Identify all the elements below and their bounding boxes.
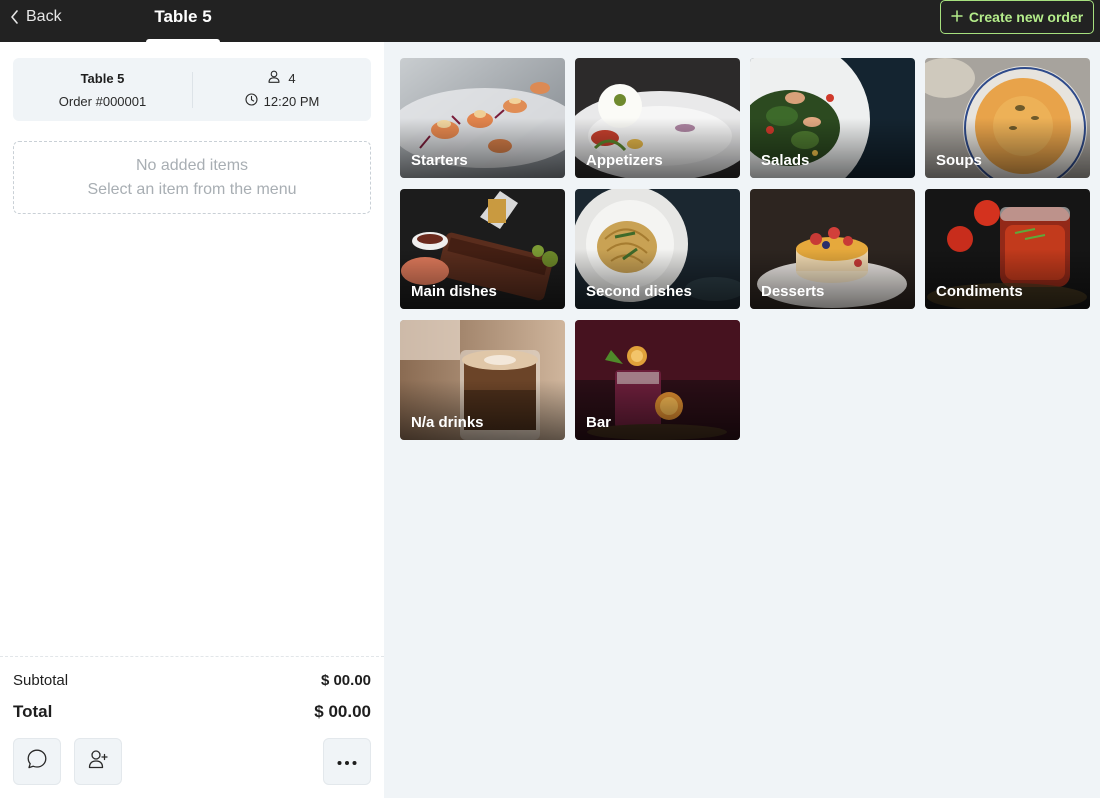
create-new-order-label: Create new order (968, 9, 1084, 25)
order-identity: Table 5 Order #000001 (13, 58, 192, 121)
tile-shade (575, 249, 740, 309)
add-guest-button[interactable] (74, 738, 122, 785)
clock-icon (245, 93, 258, 109)
order-number: Order #000001 (58, 94, 147, 109)
category-appetizers[interactable]: Appetizers (575, 58, 740, 178)
category-soups[interactable]: Soups (925, 58, 1090, 178)
tile-shade (925, 118, 1090, 178)
total-row: Total $ 00.00 (13, 702, 371, 726)
category-label: Soups (936, 152, 982, 169)
category-second-dishes[interactable]: Second dishes (575, 189, 740, 309)
plus-icon (951, 9, 963, 25)
create-new-order-button[interactable]: Create new order (940, 0, 1094, 34)
tile-shade (750, 118, 915, 178)
chevron-left-icon (10, 10, 20, 24)
tile-shade (575, 118, 740, 178)
subtotal-label: Subtotal (13, 672, 69, 689)
more-options-button[interactable] (323, 738, 371, 785)
order-time: 12:20 PM (193, 93, 371, 109)
tile-shade (400, 249, 565, 309)
order-meta: 4 12:20 PM (193, 58, 371, 121)
add-user-icon (87, 748, 109, 775)
menu-category-grid: Starters Appetizers Salads Soups Main di… (384, 42, 1100, 798)
total-value: $ 00.00 (314, 702, 371, 721)
category-label: Salads (761, 152, 810, 169)
tab-title-label: Table 5 (154, 7, 212, 26)
summary-divider (0, 656, 384, 657)
category-desserts[interactable]: Desserts (750, 189, 915, 309)
back-label: Back (26, 8, 62, 25)
category-bar[interactable]: Bar (575, 320, 740, 440)
ellipsis-icon (336, 753, 358, 771)
empty-title: No added items (135, 157, 249, 174)
category-label: Appetizers (586, 152, 663, 169)
tile-shade (575, 380, 740, 440)
category-starters[interactable]: Starters (400, 58, 565, 178)
category-label: Bar (586, 414, 612, 431)
category-main-dishes[interactable]: Main dishes (400, 189, 565, 309)
order-time-value: 12:20 PM (263, 93, 320, 109)
category-label: Second dishes (586, 283, 692, 300)
subtotal-value: $ 00.00 (320, 672, 371, 689)
comment-button[interactable] (13, 738, 61, 785)
guest-count-value: 4 (288, 70, 296, 86)
tile-shade (400, 380, 565, 440)
empty-order-placeholder: No added items Select an item from the m… (13, 141, 371, 214)
tile-shade (925, 249, 1090, 309)
category-label: Desserts (761, 283, 825, 300)
order-panel: Table 5 Order #000001 4 12:20 PM No adde… (0, 42, 384, 798)
subtotal-row: Subtotal $ 00.00 (13, 672, 371, 694)
back-button[interactable]: Back (10, 6, 62, 28)
tile-shade (400, 118, 565, 178)
tile-shade (750, 249, 915, 309)
category-label: Condiments (936, 283, 1023, 300)
empty-hint: Select an item from the menu (87, 181, 297, 198)
table-name: Table 5 (80, 71, 125, 86)
category-condiments[interactable]: Condiments (925, 189, 1090, 309)
guest-count[interactable]: 4 (193, 70, 371, 86)
person-icon (268, 70, 280, 86)
speech-bubble-icon (26, 748, 48, 775)
category-label: Starters (411, 152, 468, 169)
category-label: Main dishes (411, 283, 497, 300)
category-label: N/a drinks (411, 414, 484, 431)
category-salads[interactable]: Salads (750, 58, 915, 178)
order-info-card: Table 5 Order #000001 4 12:20 PM (13, 58, 371, 121)
category-na-drinks[interactable]: N/a drinks (400, 320, 565, 440)
tab-table-5[interactable]: Table 5 (146, 0, 220, 42)
top-bar: Back Table 5 Create new order (0, 0, 1100, 42)
total-label: Total (13, 702, 53, 721)
